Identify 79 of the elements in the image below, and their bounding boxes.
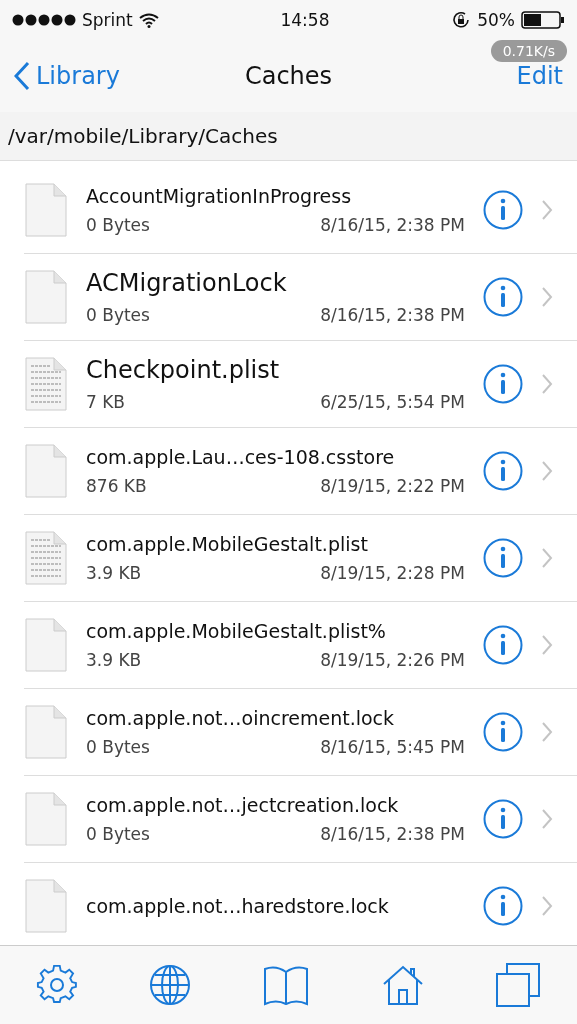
chevron-icon (541, 199, 553, 221)
chevron-icon (541, 634, 553, 656)
file-date: 8/16/15, 2:38 PM (320, 824, 465, 844)
file-row[interactable]: ACMigrationLock 0 Bytes 8/16/15, 2:38 PM (24, 254, 577, 341)
info-icon[interactable] (483, 625, 523, 665)
file-row[interactable]: com.apple.not…oincrement.lock 0 Bytes 8/16/15, 5:45 PM (24, 689, 577, 776)
blank-document-icon (24, 617, 68, 673)
blank-document-icon (24, 878, 68, 934)
chevron-icon (541, 721, 553, 743)
battery-percent: 50% (477, 10, 515, 30)
file-row[interactable]: com.apple.MobileGestalt.plist% 3.9 KB 8/19/15, 2:26 PM (24, 602, 577, 689)
battery-icon (521, 11, 565, 29)
blank-document-icon (24, 182, 68, 238)
chevron-icon (541, 286, 553, 308)
chevron-icon (541, 547, 553, 569)
globe-icon (149, 964, 192, 1006)
file-name: ACMigrationLock (86, 269, 288, 297)
home-icon (381, 964, 424, 1006)
info-icon[interactable] (483, 277, 523, 317)
back-button[interactable]: Library (14, 61, 245, 91)
nav-title: Caches (244, 62, 333, 90)
wifi-icon (138, 12, 159, 28)
info-icon[interactable] (483, 799, 523, 839)
file-name: AccountMigrationInProgress (86, 185, 353, 207)
info-icon[interactable] (483, 712, 523, 752)
file-row[interactable]: com.apple.MobileGestalt.plist 3.9 KB 8/19/15, 2:28 PM (24, 515, 577, 602)
file-date: 8/16/15, 2:38 PM (320, 215, 465, 235)
chevron-icon (541, 895, 553, 917)
file-date: 6/25/15, 5:54 PM (320, 392, 465, 412)
text-document-icon (24, 356, 68, 412)
edit-button[interactable]: Edit (516, 62, 563, 90)
back-chevron-icon (14, 61, 30, 91)
chevron-icon (541, 373, 553, 395)
file-name: com.apple.MobileGestalt.plist (86, 533, 369, 555)
file-row[interactable]: AccountMigrationInProgress 0 Bytes 8/16/15, 2:38 PM (24, 167, 577, 254)
info-icon[interactable] (483, 538, 523, 578)
file-size: 0 Bytes (86, 305, 150, 325)
info-icon[interactable] (483, 364, 523, 404)
file-size: 0 Bytes (86, 215, 150, 235)
blank-document-icon (24, 443, 68, 499)
file-date: 8/16/15, 2:38 PM (320, 305, 465, 325)
back-label: Library (36, 62, 120, 90)
file-size: 876 KB (86, 476, 147, 496)
file-size: 0 Bytes (86, 824, 150, 844)
file-name: com.apple.Lau…ces-108.csstore (86, 446, 396, 468)
windows-icon (495, 962, 542, 1008)
clock-time: 14:58 (280, 10, 330, 30)
settings-icon (35, 964, 78, 1006)
file-name: com.apple.MobileGestalt.plist% (86, 620, 387, 642)
file-date: 8/19/15, 2:26 PM (320, 650, 465, 670)
file-date: 8/16/15, 5:45 PM (320, 737, 465, 757)
file-date: 8/19/15, 2:22 PM (320, 476, 465, 496)
chevron-icon (541, 460, 553, 482)
file-name: Checkpoint.plist (86, 356, 281, 384)
carrier-name: Sprint (82, 10, 133, 30)
info-icon[interactable] (483, 190, 523, 230)
file-name: com.apple.not…haredstore.lock (86, 895, 390, 917)
file-name: com.apple.not…jectcreation.lock (86, 794, 400, 816)
file-row[interactable]: com.apple.not…jectcreation.lock 0 Bytes 8/16/15, 2:38 PM (24, 776, 577, 863)
info-icon[interactable] (483, 886, 523, 926)
rotation-lock-icon (451, 10, 472, 30)
info-icon[interactable] (483, 451, 523, 491)
file-name: com.apple.not…oincrement.lock (86, 707, 396, 729)
book-icon (262, 964, 311, 1006)
file-date: 8/19/15, 2:28 PM (320, 563, 465, 583)
file-size: 0 Bytes (86, 737, 150, 757)
blank-document-icon (24, 704, 68, 760)
file-size: 7 KB (86, 392, 126, 412)
path-bar: /var/mobile/Library/Caches (0, 112, 577, 161)
text-document-icon (24, 530, 68, 586)
chevron-icon (541, 808, 553, 830)
file-row[interactable]: com.apple.Lau…ces-108.csstore 876 KB 8/19/15, 2:22 PM (24, 428, 577, 515)
signal-icon (12, 14, 76, 26)
speed-indicator: 0.71K/s (490, 40, 567, 62)
file-size: 3.9 KB (86, 563, 142, 583)
blank-document-icon (24, 791, 68, 847)
file-size: 3.9 KB (86, 650, 142, 670)
blank-document-icon (24, 269, 68, 325)
file-row[interactable]: Checkpoint.plist 7 KB 6/25/15, 5:54 PM (24, 341, 577, 428)
